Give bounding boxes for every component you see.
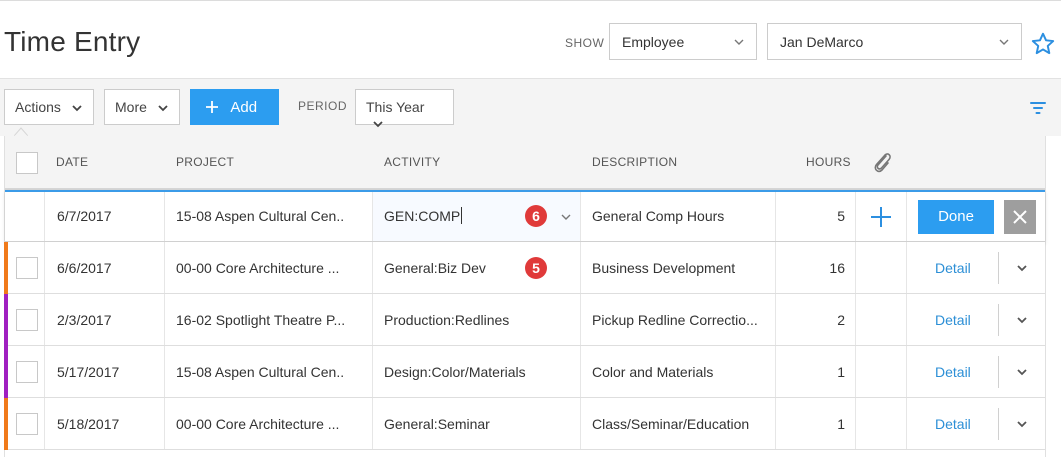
row-select-cell <box>5 398 45 449</box>
done-button[interactable]: Done <box>918 200 994 234</box>
row-action-divider <box>998 304 999 336</box>
row-attachment-cell <box>856 242 907 293</box>
column-header-activity[interactable]: ACTIVITY <box>384 155 440 169</box>
star-icon[interactable] <box>1030 31 1056 57</box>
table-row[interactable]: 5/18/2017 00-00 Core Architecture ... Ge… <box>4 398 1045 450</box>
row-project: 15-08 Aspen Cultural Cen.. <box>165 346 373 397</box>
row-description: Pickup Redline Correctio... <box>581 294 776 345</box>
row-checkbox[interactable] <box>16 309 38 331</box>
chevron-down-icon[interactable] <box>1016 418 1028 430</box>
row-hours: 1 <box>776 398 856 449</box>
period-label: PERIOD <box>298 99 348 113</box>
page-title: Time Entry <box>4 26 141 57</box>
show-label: SHOW <box>565 36 605 50</box>
row-description: Class/Seminar/Education <box>581 398 776 449</box>
chevron-down-icon[interactable] <box>1016 314 1028 326</box>
step-badge: 5 <box>525 257 547 279</box>
text-cursor <box>461 207 463 225</box>
chevron-down-icon <box>999 39 1009 45</box>
paperclip-icon <box>874 153 891 173</box>
detail-link[interactable]: Detail <box>935 260 971 276</box>
row-hours: 2 <box>776 294 856 345</box>
row-description: Business Development <box>581 242 776 293</box>
filter-icon[interactable] <box>1030 101 1046 115</box>
add-label: Add <box>230 99 258 116</box>
table-row[interactable]: 2/3/2017 16-02 Spotlight Theatre P... Pr… <box>4 294 1045 346</box>
column-header-date[interactable]: DATE <box>56 155 88 169</box>
actions-label: Actions <box>15 99 61 115</box>
period-select[interactable]: This Year <box>355 89 454 128</box>
employee-select-value: Jan DeMarco <box>780 34 864 50</box>
chevron-down-icon[interactable] <box>1016 366 1028 378</box>
row-checkbox[interactable] <box>16 413 38 435</box>
row-project: 16-02 Spotlight Theatre P... <box>165 294 373 345</box>
chevron-down-icon[interactable] <box>560 211 572 223</box>
more-button[interactable]: More <box>104 89 180 125</box>
column-header-description[interactable]: DESCRIPTION <box>592 155 677 169</box>
page-header: Time Entry SHOW Employee Jan DeMarco <box>0 4 1061 79</box>
detail-link[interactable]: Detail <box>935 312 971 328</box>
editing-row: 6/7/2017 15-08 Aspen Cultural Cen.. GEN:… <box>5 190 1045 242</box>
plus-icon <box>206 100 218 113</box>
show-select-value: Employee <box>622 34 685 50</box>
row-action-divider <box>998 356 999 388</box>
row-activity: General:Seminar <box>373 398 581 449</box>
show-select[interactable]: Employee <box>609 23 757 60</box>
row-select-cell <box>5 242 45 293</box>
row-action-divider <box>998 252 999 284</box>
dropdown-notch <box>14 127 28 136</box>
select-all-checkbox[interactable] <box>16 152 38 174</box>
row-date: 5/17/2017 <box>45 346 165 397</box>
table-row[interactable]: 5/17/2017 15-08 Aspen Cultural Cen.. Des… <box>4 346 1045 398</box>
column-header-project[interactable]: PROJECT <box>176 155 234 169</box>
cancel-edit-button[interactable] <box>1004 200 1036 234</box>
chevron-down-icon <box>72 105 82 112</box>
row-checkbox[interactable] <box>16 257 38 279</box>
row-date: 6/6/2017 <box>45 242 165 293</box>
close-icon <box>1013 210 1027 224</box>
row-hours: 1 <box>776 346 856 397</box>
row-attachment-cell <box>856 398 907 449</box>
edit-project-field[interactable]: 15-08 Aspen Cultural Cen.. <box>165 192 373 241</box>
row-select-cell <box>5 294 45 345</box>
row-activity: General:Biz Dev <box>373 242 581 293</box>
toolbar: Actions More Add PERIOD This Year <box>0 79 1061 136</box>
column-header-hours[interactable]: HOURS <box>806 155 851 169</box>
table-header: DATE PROJECT ACTIVITY DESCRIPTION HOURS <box>5 136 1045 190</box>
add-button[interactable]: Add <box>190 89 279 125</box>
row-attachment-cell <box>856 294 907 345</box>
row-date: 5/18/2017 <box>45 398 165 449</box>
detail-link[interactable]: Detail <box>935 416 971 432</box>
employee-select[interactable]: Jan DeMarco <box>767 23 1022 60</box>
table-row[interactable]: 6/6/2017 00-00 Core Architecture ... Gen… <box>4 242 1045 294</box>
edit-activity-value: GEN:COMP <box>384 208 461 224</box>
chevron-down-icon <box>373 121 383 128</box>
row-select-cell <box>5 346 45 397</box>
edit-hours-field[interactable]: 5 <box>776 192 856 241</box>
more-label: More <box>115 99 147 115</box>
row-date: 2/3/2017 <box>45 294 165 345</box>
period-select-value: This Year <box>366 99 425 115</box>
edit-row-select-cell <box>5 192 45 241</box>
row-attachment-cell <box>856 346 907 397</box>
row-project: 00-00 Core Architecture ... <box>165 398 373 449</box>
chevron-down-icon <box>158 105 168 112</box>
edit-activity-input[interactable]: GEN:COMP <box>373 192 581 241</box>
edit-description-field[interactable]: General Comp Hours <box>581 192 776 241</box>
row-activity: Design:Color/Materials <box>373 346 581 397</box>
row-action-divider <box>998 408 999 440</box>
add-attachment-plus-icon[interactable] <box>870 206 892 228</box>
edit-date-field[interactable]: 6/7/2017 <box>45 192 165 241</box>
row-activity: Production:Redlines <box>373 294 581 345</box>
chevron-down-icon <box>734 39 744 45</box>
actions-button[interactable]: Actions <box>4 89 94 125</box>
row-description: Color and Materials <box>581 346 776 397</box>
detail-link[interactable]: Detail <box>935 364 971 380</box>
step-badge: 6 <box>525 205 547 227</box>
time-entry-table: DATE PROJECT ACTIVITY DESCRIPTION HOURS … <box>4 136 1046 457</box>
row-project: 00-00 Core Architecture ... <box>165 242 373 293</box>
row-checkbox[interactable] <box>16 361 38 383</box>
row-hours: 16 <box>776 242 856 293</box>
chevron-down-icon[interactable] <box>1016 262 1028 274</box>
